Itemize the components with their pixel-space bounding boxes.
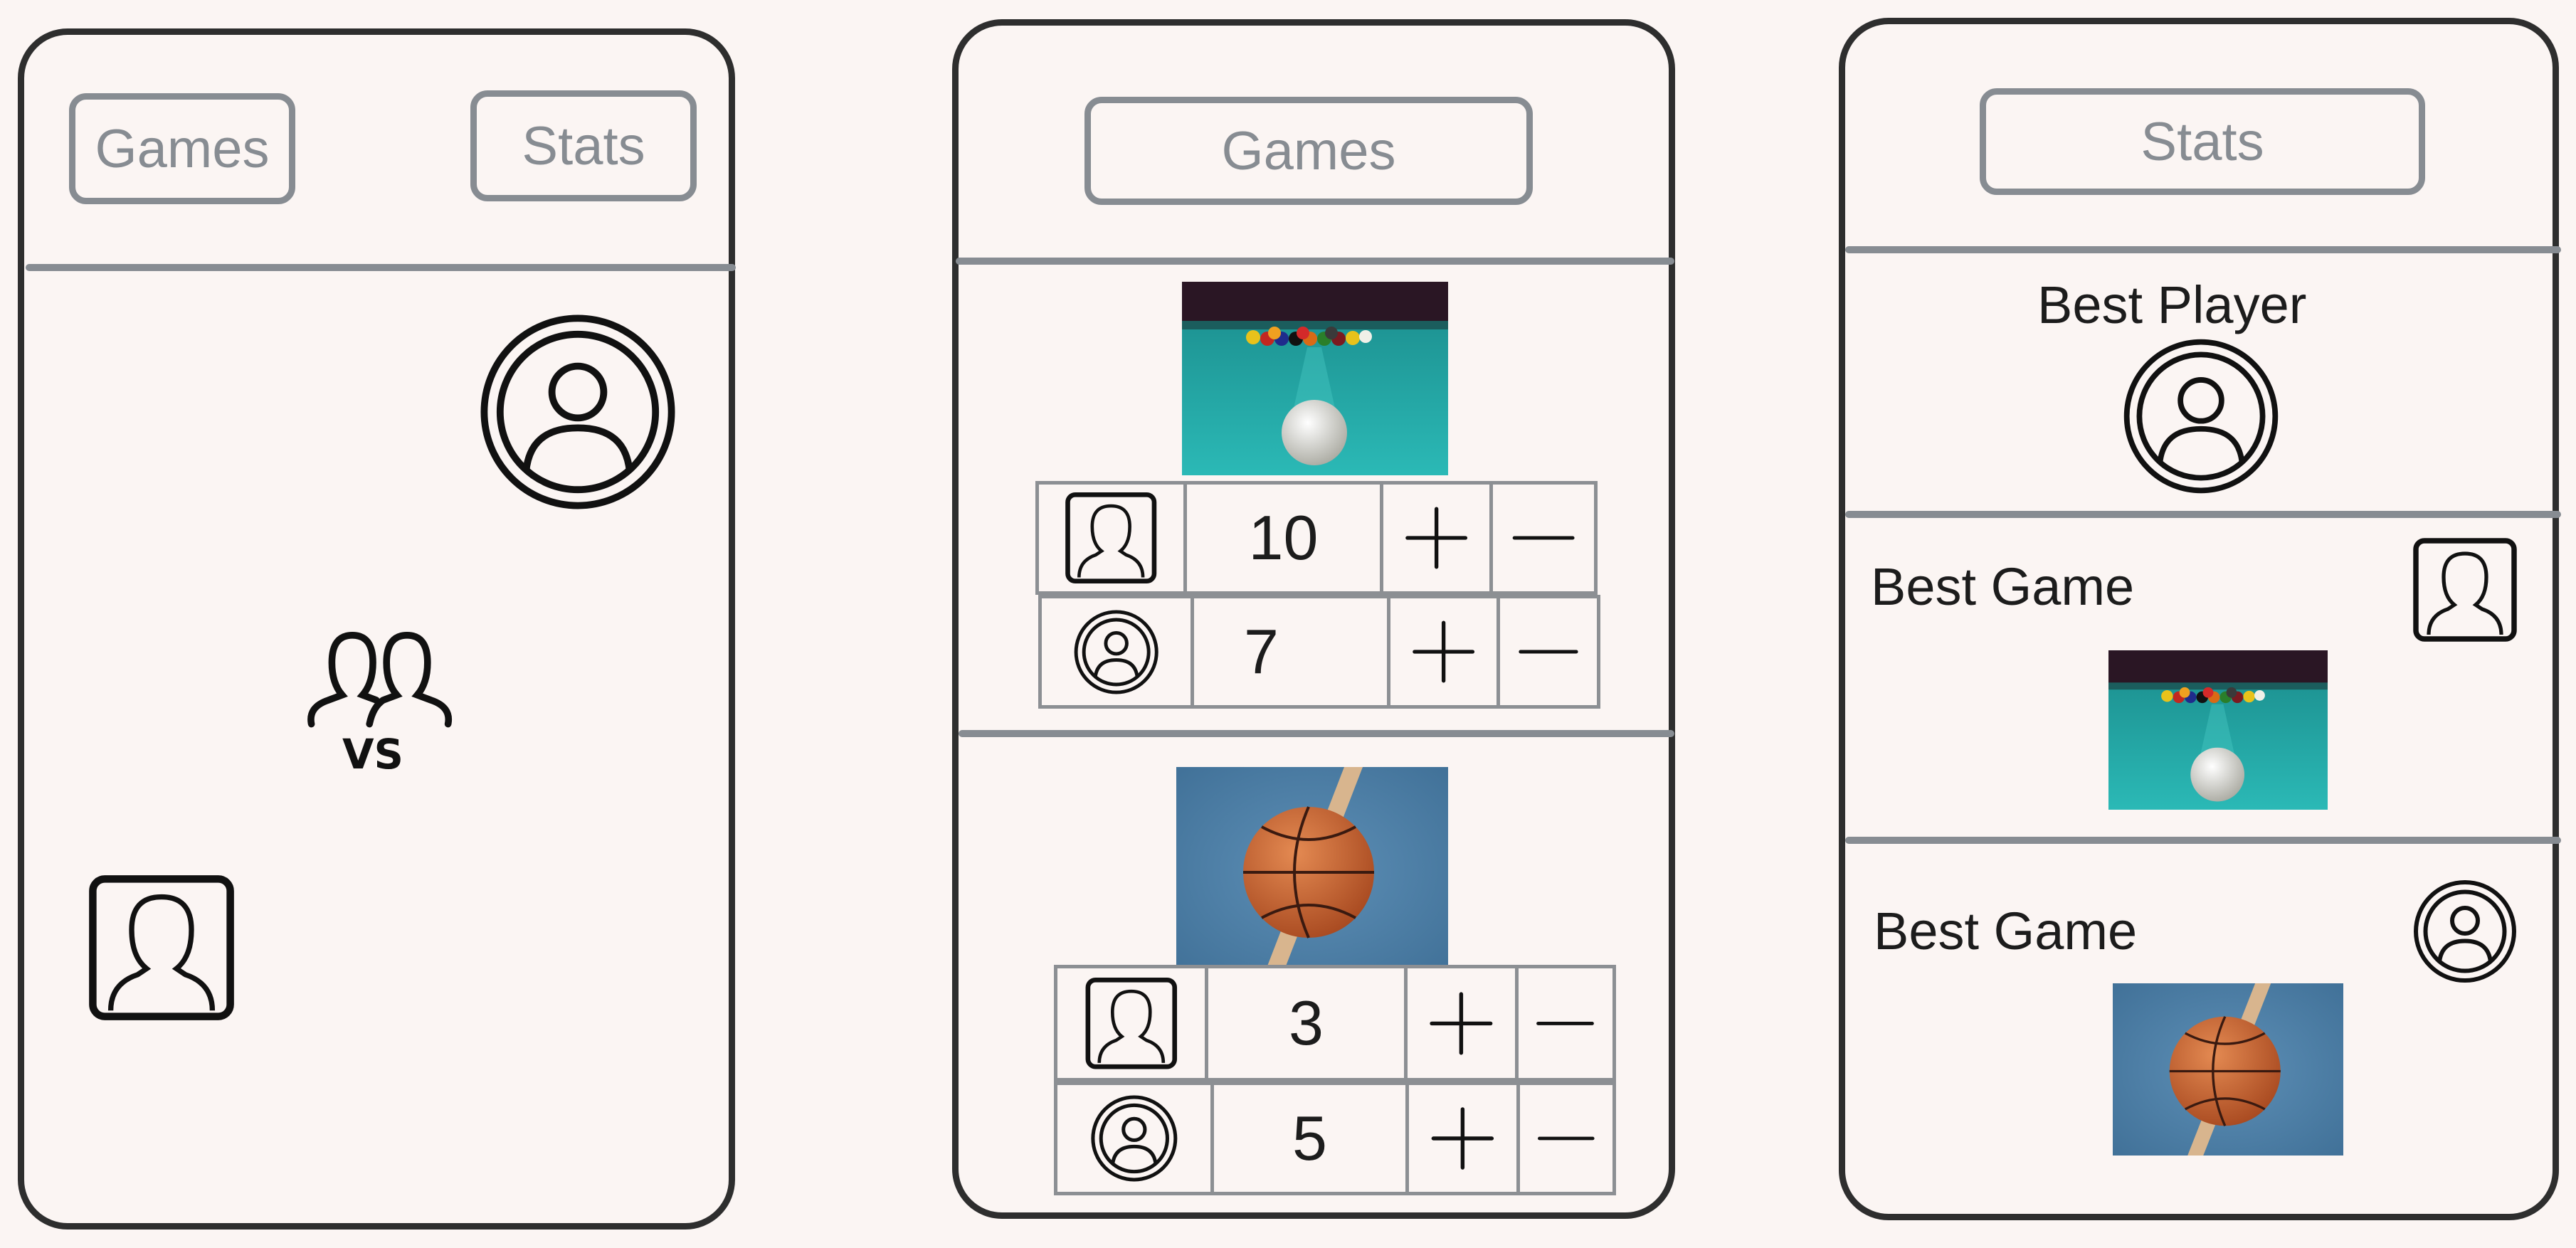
- person-circle-icon[interactable]: [2122, 337, 2280, 495]
- person-circle-icon[interactable]: [478, 312, 677, 512]
- header-divider: [26, 264, 736, 271]
- section-divider: [959, 730, 1674, 737]
- basketball-photo: [1176, 767, 1448, 973]
- basketball-photo: [2113, 983, 2343, 1156]
- score-value: 10: [1187, 485, 1383, 591]
- stats-screen: Stats Best Player Best Game Best Game: [1839, 18, 2561, 1220]
- score-value: 7: [1194, 598, 1390, 705]
- games-screen: Games 10 7 3 5: [952, 19, 1675, 1219]
- plus-button[interactable]: [1409, 1085, 1520, 1192]
- stats-tab-button[interactable]: Stats: [470, 90, 697, 201]
- plus-button[interactable]: [1383, 485, 1493, 591]
- person-square-icon[interactable]: [2412, 536, 2518, 643]
- score-value: 3: [1208, 968, 1408, 1078]
- header-divider: [956, 258, 1674, 265]
- section-divider: [1845, 837, 2561, 844]
- billiards-photo: [2108, 650, 2328, 810]
- minus-button[interactable]: [1520, 1085, 1612, 1192]
- stats-title-button[interactable]: Stats: [1980, 88, 2425, 195]
- person-square-icon[interactable]: [87, 873, 236, 1022]
- best-player-label: Best Player: [2037, 275, 2307, 334]
- plus-button[interactable]: [1408, 968, 1519, 1078]
- score-value: 5: [1214, 1085, 1409, 1192]
- score-row: 3: [1054, 965, 1616, 1082]
- person-square-icon[interactable]: [1057, 968, 1208, 1078]
- person-square-icon[interactable]: [1039, 485, 1187, 591]
- score-row: 10: [1035, 481, 1598, 595]
- versus-icon: VS: [287, 611, 458, 789]
- plus-button[interactable]: [1390, 598, 1500, 705]
- games-title-button[interactable]: Games: [1084, 97, 1533, 205]
- score-row: 7: [1038, 595, 1600, 709]
- minus-button[interactable]: [1493, 485, 1594, 591]
- games-tab-button[interactable]: Games: [69, 93, 295, 204]
- minus-button[interactable]: [1519, 968, 1612, 1078]
- score-row: 5: [1054, 1082, 1616, 1195]
- best-game-label: Best Game: [1874, 901, 2138, 961]
- person-circle-icon[interactable]: [1057, 1085, 1214, 1192]
- billiards-photo: [1182, 282, 1448, 475]
- header-divider: [1845, 246, 2561, 253]
- home-screen: Games Stats VS: [18, 28, 736, 1230]
- svg-text:VS: VS: [342, 731, 403, 778]
- person-circle-icon[interactable]: [2412, 878, 2518, 985]
- best-game-label: Best Game: [1871, 557, 2135, 616]
- person-circle-icon[interactable]: [1042, 598, 1194, 705]
- section-divider: [1845, 511, 2561, 518]
- minus-button[interactable]: [1500, 598, 1597, 705]
